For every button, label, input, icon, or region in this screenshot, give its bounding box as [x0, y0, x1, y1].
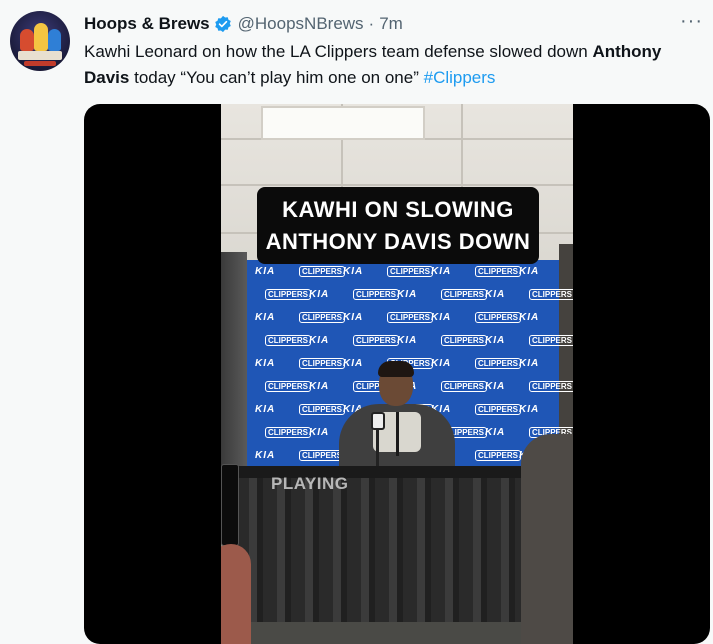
kia-logo: KIA	[343, 266, 364, 277]
author-handle[interactable]: @HoopsNBrews	[238, 14, 364, 34]
kia-logo: KIA	[255, 358, 276, 369]
clippers-logo: CLIPPERS	[441, 289, 488, 300]
clippers-logo: CLIPPERS	[529, 289, 573, 300]
avatar-figure	[48, 29, 61, 51]
ceiling-grid	[221, 184, 573, 186]
clippers-logo: CLIPPERS	[299, 266, 346, 277]
kia-logo: KIA	[485, 381, 506, 392]
tweet-timestamp[interactable]: 7m	[379, 14, 403, 34]
table-skirt	[235, 478, 553, 628]
clippers-logo: CLIPPERS	[529, 381, 573, 392]
author-avatar[interactable]	[10, 11, 70, 71]
clippers-logo: CLIPPERS	[265, 427, 312, 438]
clippers-logo: CLIPPERS	[353, 289, 400, 300]
kia-logo: KIA	[255, 266, 276, 277]
foreground-person	[221, 544, 251, 644]
avatar-banner	[18, 51, 62, 60]
clippers-logo: CLIPPERS	[475, 358, 522, 369]
clippers-logo: CLIPPERS	[353, 335, 400, 346]
phone-in-foreground	[221, 464, 239, 546]
kia-logo: KIA	[255, 404, 276, 415]
kia-logo: KIA	[485, 335, 506, 346]
speaker-zipper	[396, 412, 399, 456]
clippers-logo: CLIPPERS	[265, 289, 312, 300]
video-player[interactable]: KIA CLIPPERS KIA CLIPPERS KIA CLIPPERS KIA CLIP…	[84, 104, 710, 644]
clippers-logo: CLIPPERS	[475, 266, 522, 277]
video-frame[interactable]: KIA CLIPPERS KIA CLIPPERS KIA CLIPPERS KIA CLIP…	[221, 104, 573, 644]
kia-logo: KIA	[309, 289, 330, 300]
microphone-stand	[376, 428, 379, 468]
clippers-logo: CLIPPERS	[265, 381, 312, 392]
tweet-text-part: Kawhi Leonard on how the LA Clippers tea…	[84, 42, 593, 61]
more-options-icon[interactable]: ···	[680, 10, 703, 33]
ceiling-light	[261, 106, 425, 140]
kia-logo: KIA	[397, 289, 418, 300]
clippers-logo: CLIPPERS	[441, 335, 488, 346]
clippers-logo: CLIPPERS	[475, 404, 522, 415]
avatar-figure	[20, 29, 34, 51]
tweet-header: Hoops & Brews @HoopsNBrews · 7m ···	[84, 10, 703, 36]
video-caption: KAWHI ON SLOWING ANTHONY DAVIS DOWN	[257, 187, 539, 264]
kia-logo: KIA	[485, 289, 506, 300]
avatar-figure	[34, 23, 48, 51]
kia-logo: KIA	[519, 404, 540, 415]
separator-dot: ·	[368, 14, 375, 33]
tweet-text-part: today “You can’t play him one on one”	[129, 68, 424, 87]
kia-logo: KIA	[309, 335, 330, 346]
kia-logo: KIA	[255, 312, 276, 323]
clippers-logo: CLIPPERS	[529, 335, 573, 346]
kia-logo: KIA	[309, 381, 330, 392]
verified-badge-icon[interactable]	[214, 15, 232, 33]
kia-logo: KIA	[519, 312, 540, 323]
clippers-logo: CLIPPERS	[265, 335, 312, 346]
clippers-logo: CLIPPERS	[475, 450, 522, 461]
clippers-logo: CLIPPERS	[387, 312, 434, 323]
kia-logo: KIA	[343, 312, 364, 323]
kia-logo: KIA	[431, 312, 452, 323]
clippers-logo: CLIPPERS	[387, 266, 434, 277]
tweet-text: Kawhi Leonard on how the LA Clippers tea…	[84, 39, 704, 91]
foreground-person	[521, 434, 573, 644]
kia-logo: KIA	[519, 266, 540, 277]
hashtag-link[interactable]: #Clippers	[424, 68, 496, 87]
clippers-logo: CLIPPERS	[475, 312, 522, 323]
speaker	[339, 361, 455, 474]
kia-logo: KIA	[397, 335, 418, 346]
kia-logo: KIA	[309, 427, 330, 438]
kia-logo: KIA	[255, 450, 276, 461]
microphone-icon	[371, 412, 385, 430]
kia-logo: KIA	[431, 266, 452, 277]
clippers-logo: CLIPPERS	[299, 312, 346, 323]
kia-logo: KIA	[485, 427, 506, 438]
avatar-banner-accent	[24, 61, 56, 66]
speaker-hair	[378, 361, 414, 377]
author-name[interactable]: Hoops & Brews	[84, 14, 210, 34]
kia-logo: KIA	[519, 358, 540, 369]
caption-line: ANTHONY DAVIS DOWN	[265, 229, 531, 254]
caption-line: KAWHI ON SLOWING	[282, 197, 514, 222]
curtain	[221, 252, 247, 472]
playing-status: PLAYING	[271, 474, 349, 493]
